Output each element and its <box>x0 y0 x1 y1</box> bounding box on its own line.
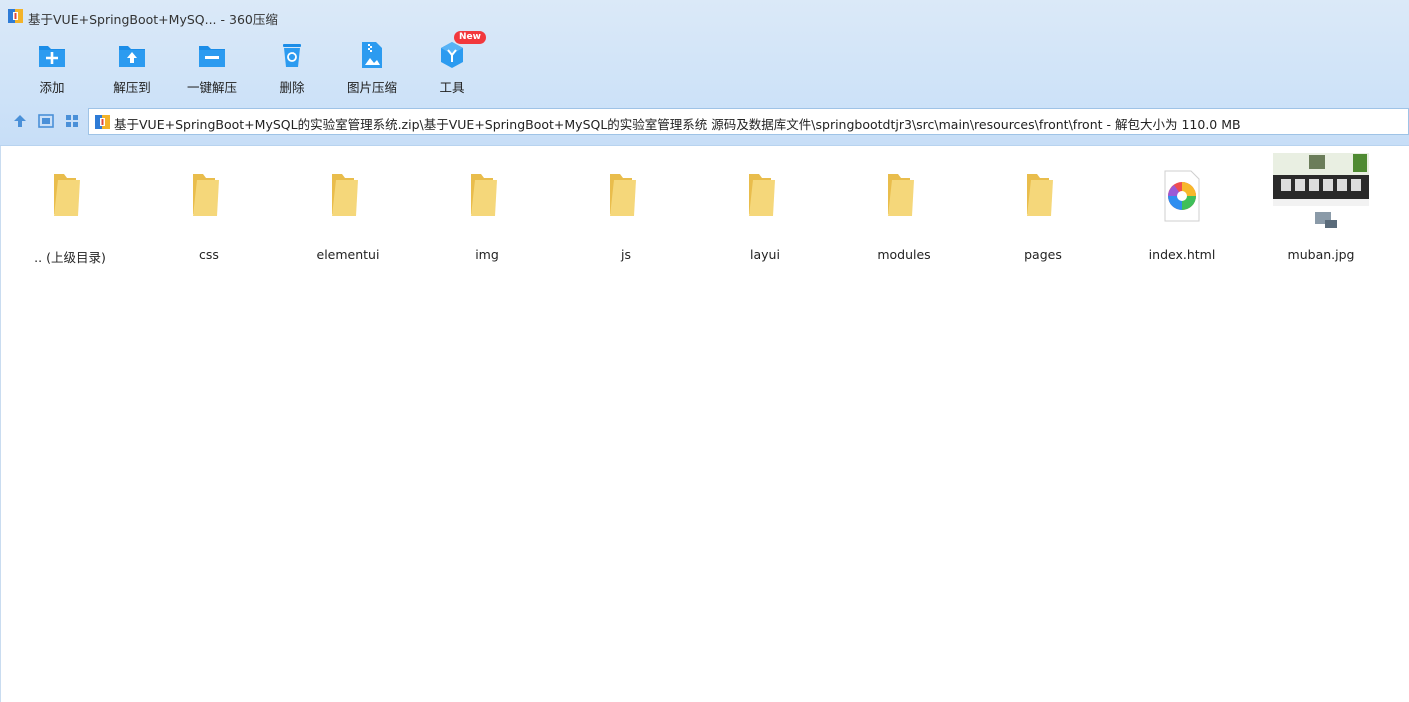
file-name: pages <box>1024 247 1062 262</box>
navigation-row: 基于VUE+SpringBoot+MySQL的实验室管理系统.zip\基于VUE… <box>0 106 1409 136</box>
file-name: img <box>475 247 499 262</box>
folder-pages[interactable]: pages <box>988 146 1098 276</box>
address-path: 基于VUE+SpringBoot+MySQL的实验室管理系统.zip\基于VUE… <box>114 117 1241 132</box>
delete-label: 删除 <box>279 80 305 95</box>
folder-icon <box>749 174 775 216</box>
file-name: index.html <box>1148 247 1216 262</box>
app-logo-icon <box>8 9 23 23</box>
one-click-extract-button[interactable]: 一键解压 <box>172 36 252 98</box>
top-panel: 基于VUE+SpringBoot+MySQ... - 360压缩 添加 解压到 <box>0 0 1409 146</box>
file-name: modules <box>877 247 931 262</box>
folder-icon <box>471 174 497 216</box>
one-click-extract-icon <box>199 46 225 67</box>
file-muban-jpg[interactable]: muban.jpg <box>1266 146 1376 276</box>
file-name: muban.jpg <box>1287 247 1355 262</box>
up-arrow-icon[interactable] <box>11 112 29 130</box>
image-thumbnail <box>1273 150 1369 236</box>
tools-cube-icon <box>441 42 463 68</box>
image-compress-button[interactable]: 图片压缩 <box>332 36 412 98</box>
add-folder-icon <box>39 46 65 67</box>
folder-elementui[interactable]: elementui <box>293 146 403 276</box>
file-name: .. (上级目录) <box>34 250 106 265</box>
folder-icon <box>54 174 80 216</box>
add-button[interactable]: 添加 <box>12 36 92 98</box>
folder-modules[interactable]: modules <box>849 146 959 276</box>
grid-view-icon[interactable] <box>63 112 81 130</box>
add-label: 添加 <box>39 80 65 95</box>
folder-icon <box>1027 174 1053 216</box>
main-toolbar: 添加 解压到 一键解压 删除 图片压缩 New 工具 <box>0 31 520 98</box>
folder-icon <box>193 174 219 216</box>
file-name: layui <box>750 247 780 262</box>
file-name: js <box>621 247 631 262</box>
window-title: 基于VUE+SpringBoot+MySQ... - 360压缩 <box>28 12 278 27</box>
tools-label: 工具 <box>439 80 465 95</box>
extract-to-label: 解压到 <box>113 80 151 95</box>
new-badge: New <box>454 31 486 44</box>
delete-button[interactable]: 删除 <box>252 36 332 98</box>
folder-img[interactable]: img <box>432 146 542 276</box>
folder-parent[interactable]: .. (上级目录) <box>15 146 125 276</box>
file-list: .. (上级目录) css elementui img js layui mod… <box>0 146 1409 702</box>
detail-view-icon[interactable] <box>37 112 55 130</box>
recycle-bin-icon <box>283 44 301 67</box>
browser-file-icon <box>1164 170 1200 222</box>
folder-layui[interactable]: layui <box>710 146 820 276</box>
image-compress-label: 图片压缩 <box>346 80 397 95</box>
folder-css[interactable]: css <box>154 146 264 276</box>
address-bar[interactable]: 基于VUE+SpringBoot+MySQL的实验室管理系统.zip\基于VUE… <box>88 108 1409 135</box>
folder-icon <box>610 174 636 216</box>
file-name: css <box>199 247 219 262</box>
title-bar: 基于VUE+SpringBoot+MySQ... - 360压缩 <box>0 0 1409 32</box>
tools-button[interactable]: New 工具 <box>412 31 492 98</box>
extract-to-button[interactable]: 解压到 <box>92 36 172 98</box>
extract-to-icon <box>119 46 145 67</box>
file-index-html[interactable]: index.html <box>1127 146 1237 276</box>
archive-icon <box>95 115 110 129</box>
folder-icon <box>332 174 358 216</box>
image-compress-icon <box>362 42 382 68</box>
folder-icon <box>888 174 914 216</box>
folder-js[interactable]: js <box>571 146 681 276</box>
file-name: elementui <box>316 247 380 262</box>
one-click-extract-label: 一键解压 <box>186 80 237 95</box>
